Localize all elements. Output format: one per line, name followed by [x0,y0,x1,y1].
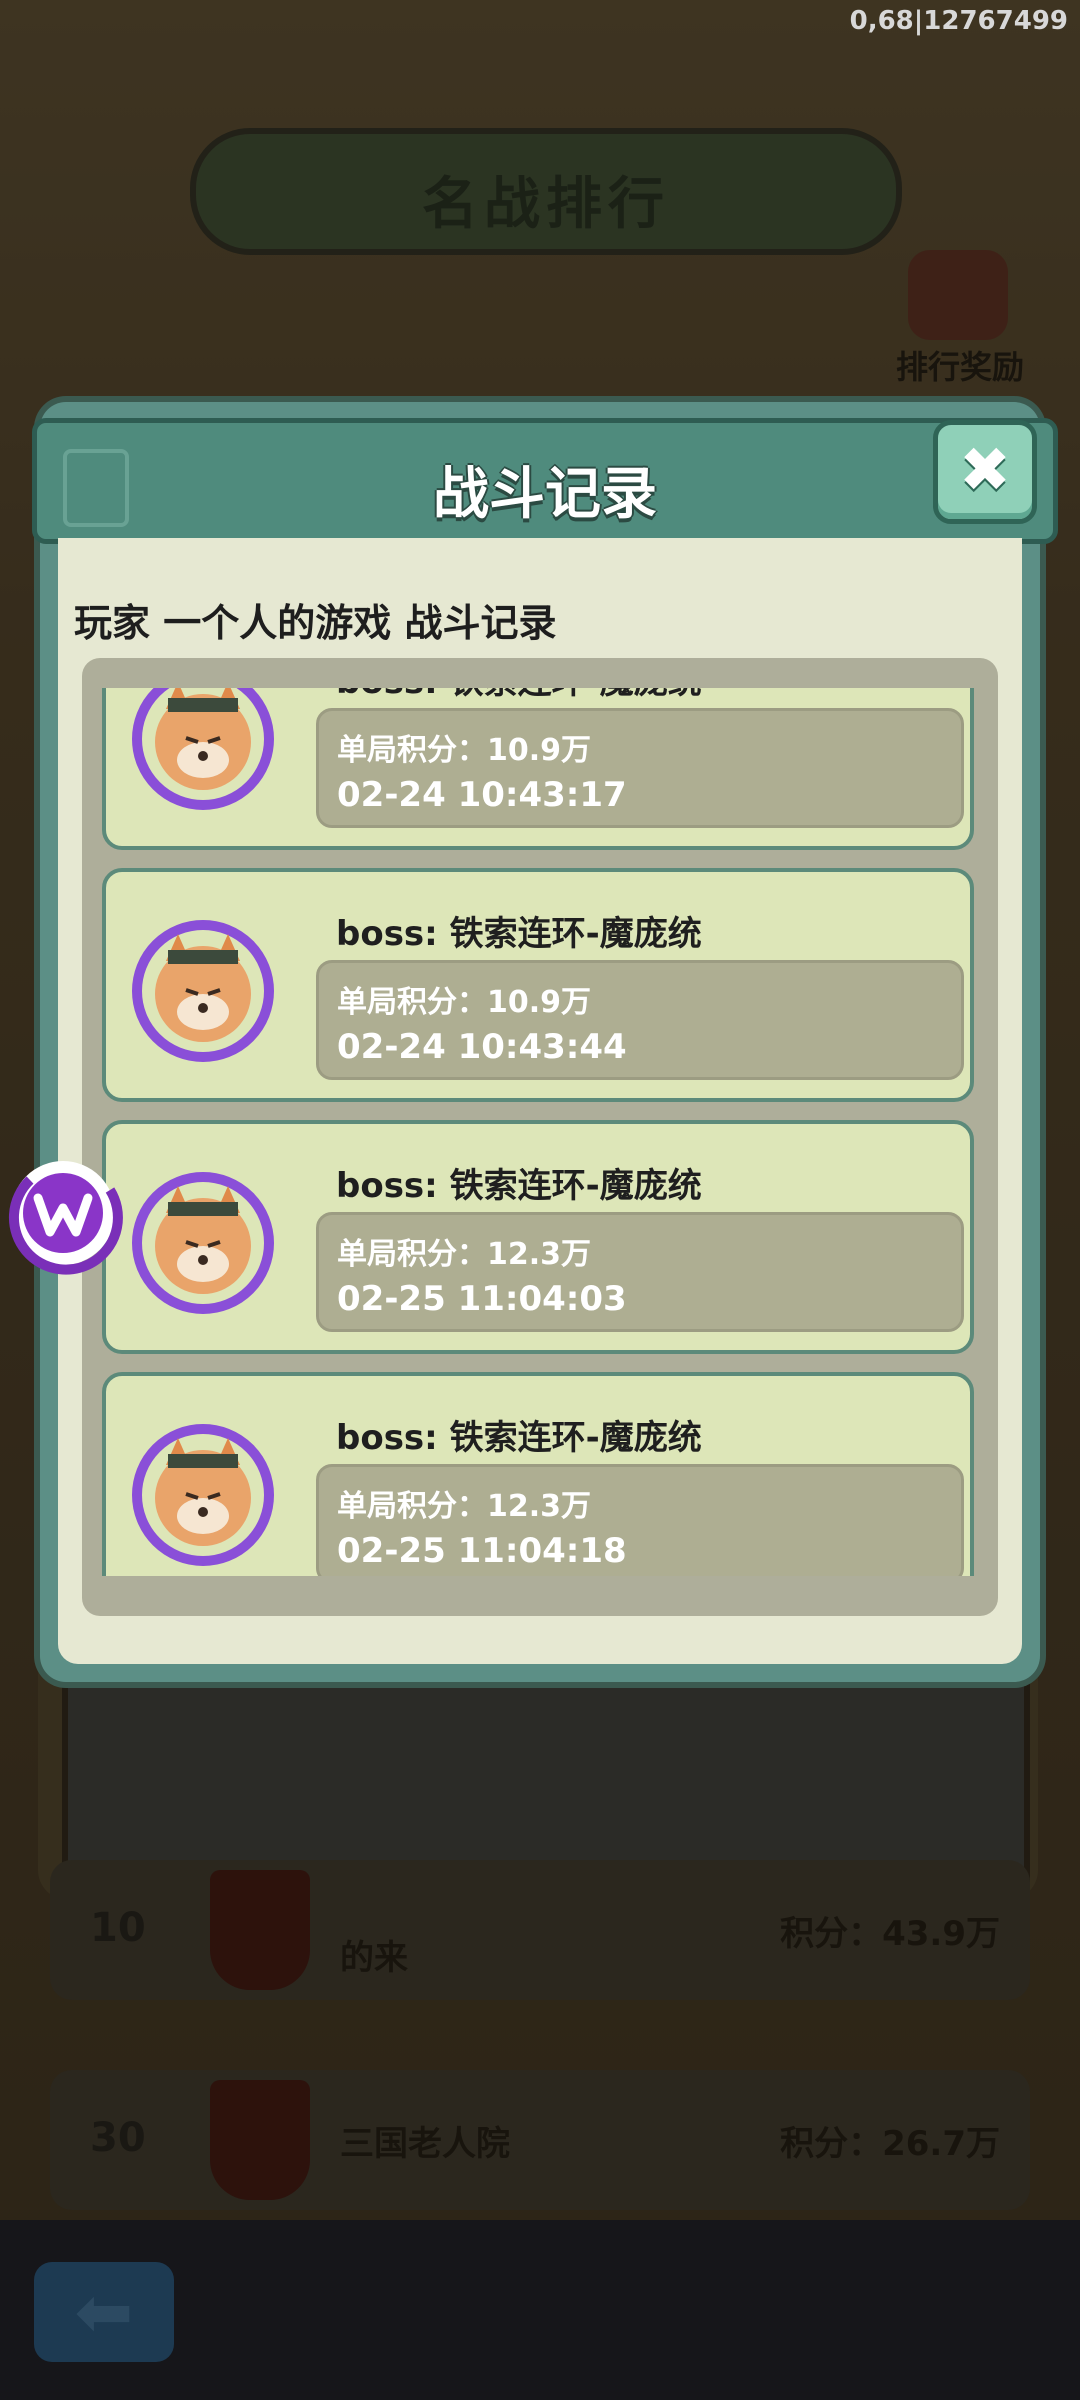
record-time: 02-24 10:43:17 [337,775,627,815]
record-time: 02-25 11:04:03 [337,1279,627,1319]
record-score: 单局积分：10.9万 [337,985,592,1020]
boss-avatar-icon [132,1424,274,1566]
record-score: 单局积分：10.9万 [337,733,592,768]
record-boss-name: boss: 铁索连环-魔庞统 [336,1418,702,1458]
boss-avatar-icon [132,688,274,810]
debug-status-text: 0,68|12767499 [849,6,1068,36]
modal-header: 战斗记录 [32,418,1058,544]
record-stats: 单局积分：10.9万 02-24 10:43:17 [316,708,964,828]
battle-record-modal: 战斗记录 ✖ 玩家 一个人的游戏 战斗记录 单局积分：10.9万 02-24 1… [32,402,1058,1682]
record-time: 02-25 11:04:18 [337,1531,627,1571]
record-card[interactable]: boss: 铁索连环-魔庞统 单局积分：10.9万 02-24 10:43:17 [102,688,974,850]
bottom-bar: ⬅ [0,2220,1080,2400]
floating-assistant-icon[interactable] [0,1150,126,1276]
modal-body: 玩家 一个人的游戏 战斗记录 boss: 铁索连环-魔庞统 [58,538,1022,1664]
modal-title: 战斗记录 [433,462,657,527]
record-card[interactable]: boss: 铁索连环-魔庞统 单局积分：10.9万 02-24 10:43:44 [102,868,974,1102]
close-icon: ✖ [959,433,1011,506]
record-card[interactable]: boss: 铁索连环-魔庞统 单局积分：12.3万 02-25 11:04:18 [102,1372,974,1576]
record-time: 02-24 10:43:44 [337,1027,627,1067]
record-stats: 单局积分：12.3万 02-25 11:04:18 [316,1464,964,1576]
record-stats: 单局积分：10.9万 02-24 10:43:44 [316,960,964,1080]
record-list-frame: boss: 铁索连环-魔庞统 单局积分：10.9万 02-24 10:43:17 [82,658,998,1616]
record-stats: 单局积分：12.3万 02-25 11:04:03 [316,1212,964,1332]
record-score: 单局积分：12.3万 [337,1237,592,1272]
back-button[interactable]: ⬅ [34,2262,174,2362]
record-boss-name: boss: 铁索连环-魔庞统 [336,1166,702,1206]
record-score: 单局积分：12.3万 [337,1489,592,1524]
close-button[interactable]: ✖ [933,420,1037,524]
record-card[interactable]: boss: 铁索连环-魔庞统 单局积分：12.3万 02-25 11:04:03 [102,1120,974,1354]
record-list[interactable]: boss: 铁索连环-魔庞统 单局积分：10.9万 02-24 10:43:17 [102,688,978,1576]
boss-avatar-icon [132,920,274,1062]
record-subtitle: 玩家 一个人的游戏 战斗记录 [74,601,557,645]
record-boss-name: boss: 铁索连环-魔庞统 [336,914,702,954]
record-boss-name: boss: 铁索连环-魔庞统 [336,688,702,703]
boss-avatar-icon [132,1172,274,1314]
back-arrow-icon: ⬅ [74,2271,134,2353]
